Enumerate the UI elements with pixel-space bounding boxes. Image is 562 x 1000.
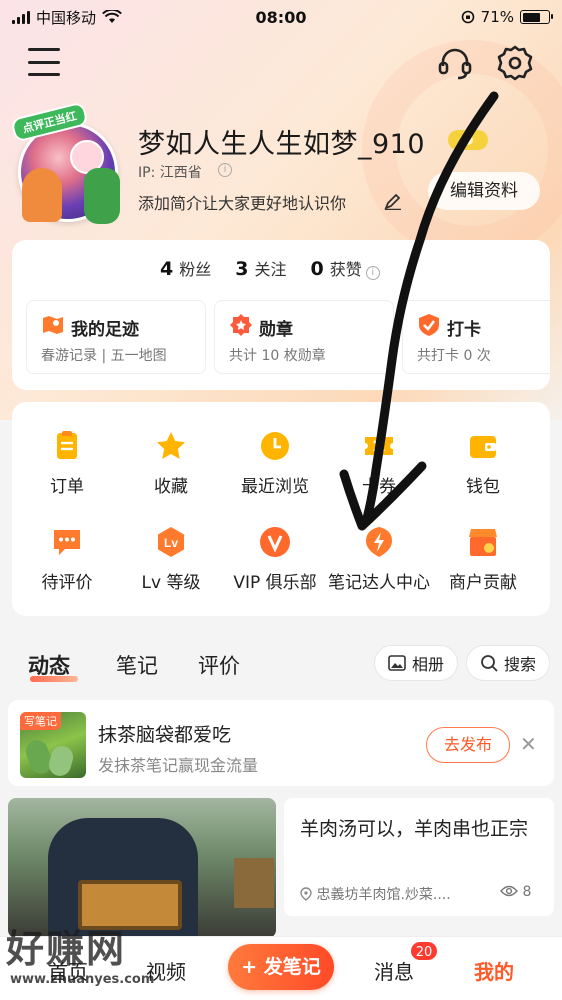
status-bar: 中国移动 08:00 71% xyxy=(0,0,562,34)
battery-icon xyxy=(520,10,553,24)
album-button[interactable]: 相册 xyxy=(374,645,458,681)
ip-location: IP: 江西省 xyxy=(138,165,202,181)
publish-button[interactable]: 去发布 xyxy=(426,727,510,763)
footprint-title: 我的足迹 xyxy=(71,320,139,340)
vip-icon xyxy=(260,527,290,557)
close-icon[interactable]: ✕ xyxy=(520,732,537,756)
feed-image[interactable] xyxy=(8,798,276,938)
level-badge-icon xyxy=(463,135,473,145)
fn-level-label: Lv 等级 xyxy=(141,573,201,593)
fn-vip[interactable]: VIP 俱乐部 xyxy=(223,526,327,593)
tab-notes[interactable]: 笔记 xyxy=(116,650,158,680)
image-icon xyxy=(388,655,406,671)
svg-text:Lv: Lv xyxy=(164,536,178,550)
feed-title: 羊肉汤可以，羊肉串也正宗 xyxy=(300,818,529,840)
coupon-icon xyxy=(365,437,393,455)
comment-icon xyxy=(54,530,80,555)
edit-profile-button[interactable]: 编辑资料 xyxy=(428,172,540,210)
stat-fans[interactable]: 4 粉丝 xyxy=(160,256,211,280)
prompt-subtitle: 发抹茶笔记赢现金流量 xyxy=(98,756,259,775)
fn-vip-label: VIP 俱乐部 xyxy=(233,573,317,593)
level-icon: Lv xyxy=(158,527,184,557)
wallet-icon xyxy=(470,436,496,458)
lightning-icon xyxy=(366,527,392,557)
search-icon xyxy=(481,655,498,672)
headset-icon[interactable] xyxy=(436,44,474,82)
medal-icon xyxy=(230,314,252,336)
stats-row: 4 粉丝 3 关注 0 获赞 i xyxy=(0,256,562,280)
wifi-icon xyxy=(102,10,122,23)
signal-icon xyxy=(12,10,30,24)
checkin-subtitle: 共打卡 0 次 xyxy=(417,348,491,364)
feed-image-box xyxy=(234,858,274,908)
nav-me[interactable]: 我的 xyxy=(474,956,514,985)
fn-recent[interactable]: 最近浏览 xyxy=(223,430,327,497)
feed-location-text: 忠義坊羊肉馆.炒菜.... xyxy=(316,887,451,903)
fn-merchant-contribution[interactable]: 商户贡献 xyxy=(431,526,535,593)
pen-icon[interactable] xyxy=(384,194,402,210)
username: 梦如人生人生如梦_910 xyxy=(138,129,426,160)
fn-level[interactable]: Lv Lv 等级 xyxy=(119,526,223,593)
fn-recent-label: 最近浏览 xyxy=(241,477,309,497)
fn-pending-review-label: 待评价 xyxy=(41,573,93,593)
gear-icon[interactable] xyxy=(496,44,534,82)
order-icon xyxy=(57,431,77,459)
fn-orders[interactable]: 订单 xyxy=(15,430,119,497)
footprint-subtitle: 春游记录 | 五一地图 xyxy=(41,348,167,364)
feed-views-count: 8 xyxy=(522,884,532,900)
feed-views: 8 xyxy=(500,884,531,900)
star-icon xyxy=(157,432,185,459)
bio-text[interactable]: 添加简介让大家更好地认识你 xyxy=(138,190,346,214)
checkin-card[interactable]: 打卡 共打卡 0 次 xyxy=(402,300,550,374)
fn-coupons[interactable]: 卡券 xyxy=(327,430,431,497)
messages-badge: 20 xyxy=(409,940,439,962)
menu-button[interactable] xyxy=(28,48,60,76)
feed-location: 忠義坊羊肉馆.炒菜.... xyxy=(300,884,451,904)
write-note-tag: 写笔记 xyxy=(20,712,61,730)
carrier-label: 中国移动 xyxy=(36,8,97,27)
post-note-button[interactable]: + 发笔记 xyxy=(228,944,334,990)
battery-percent: 71% xyxy=(480,8,514,26)
medal-title: 勋章 xyxy=(259,320,293,340)
nav-messages[interactable]: 消息 xyxy=(374,956,414,985)
stat-likes[interactable]: 0 获赞 i xyxy=(311,256,380,280)
map-icon xyxy=(43,316,63,334)
watermark-url: www.zhuanyes.com xyxy=(10,972,155,987)
clock: 08:00 xyxy=(255,7,307,27)
fn-note-master[interactable]: 笔记达人中心 xyxy=(327,526,431,593)
menu-icon xyxy=(28,48,60,51)
fn-orders-label: 订单 xyxy=(50,477,84,497)
rotation-lock-icon xyxy=(461,10,474,24)
fn-wallet-label: 钱包 xyxy=(466,477,500,497)
checkin-title: 打卡 xyxy=(447,320,481,340)
location-pin-icon xyxy=(300,887,312,901)
avatar-decoration xyxy=(22,168,62,222)
clock-icon xyxy=(261,432,289,460)
eye-icon xyxy=(500,885,518,897)
store-icon xyxy=(469,529,497,556)
footprint-card[interactable]: 我的足迹 春游记录 | 五一地图 xyxy=(26,300,206,374)
search-button[interactable]: 搜索 xyxy=(466,645,550,681)
fn-wallet[interactable]: 钱包 xyxy=(431,430,535,497)
fn-coupons-label: 卡券 xyxy=(362,477,396,497)
avatar-decoration-bush xyxy=(84,168,120,224)
info-icon[interactable]: i xyxy=(218,163,232,177)
fn-note-master-label: 笔记达人中心 xyxy=(328,573,430,593)
checkin-icon xyxy=(419,314,439,336)
prompt-title: 抹茶脑袋都爱吃 xyxy=(98,724,232,746)
watermark-logo: 好赚网 xyxy=(6,927,127,971)
album-label: 相册 xyxy=(411,655,444,674)
tab-reviews[interactable]: 评价 xyxy=(198,650,240,680)
medal-subtitle: 共计 10 枚勋章 xyxy=(229,348,326,364)
info-icon[interactable]: i xyxy=(365,266,380,280)
stat-following[interactable]: 3 关注 xyxy=(235,256,286,280)
fn-favorites[interactable]: 收藏 xyxy=(119,430,223,497)
fn-merchant-contribution-label: 商户贡献 xyxy=(449,573,517,593)
fn-pending-review[interactable]: 待评价 xyxy=(15,526,119,593)
search-label: 搜索 xyxy=(503,655,536,674)
level-badge[interactable] xyxy=(448,130,488,150)
fn-favorites-label: 收藏 xyxy=(154,477,188,497)
tab-moments[interactable]: 动态 xyxy=(28,650,70,680)
medal-card[interactable]: 勋章 共计 10 枚勋章 xyxy=(214,300,394,374)
